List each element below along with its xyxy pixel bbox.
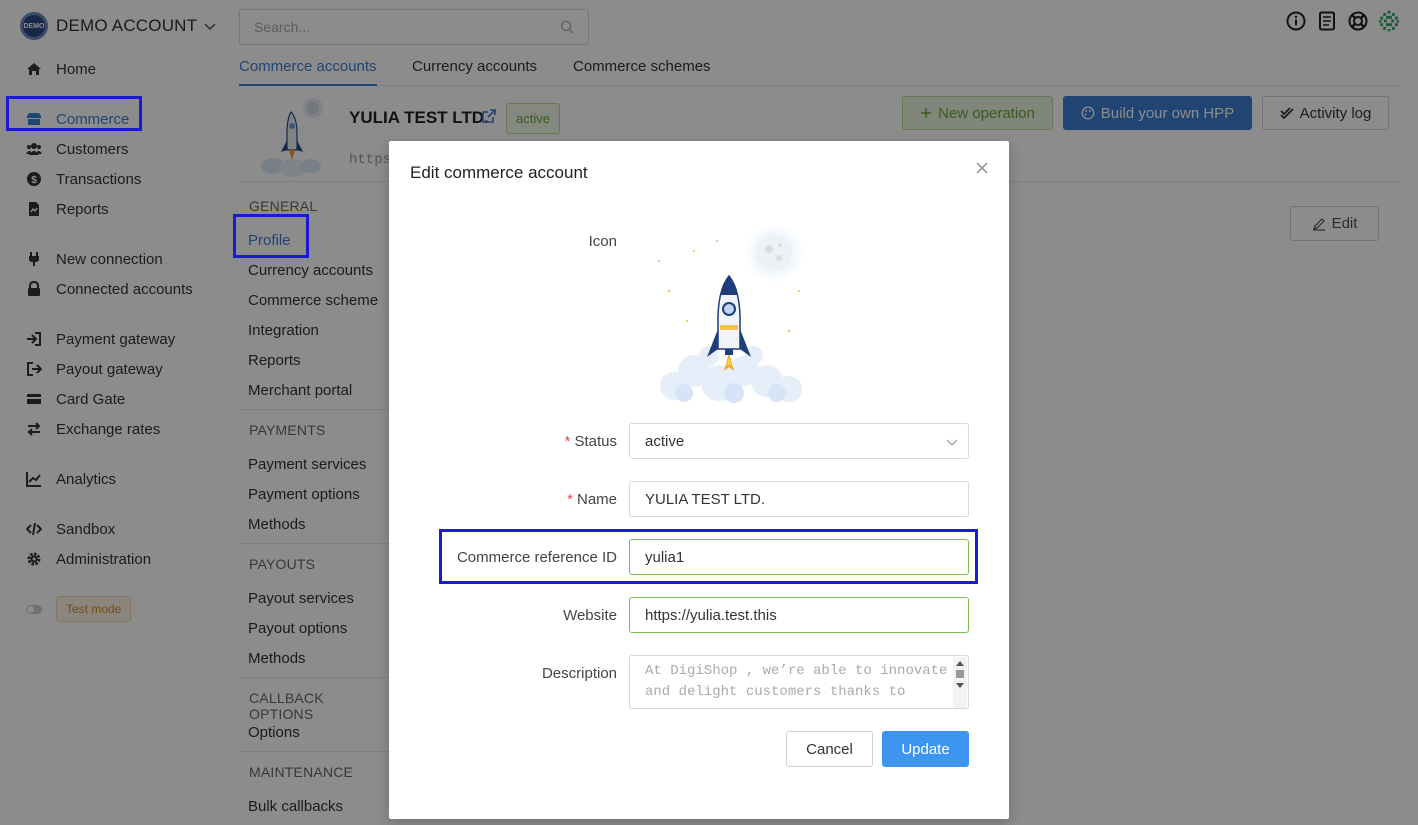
commerce-reference-id-label: Commerce reference ID bbox=[456, 549, 617, 566]
status-select-value: active bbox=[645, 432, 685, 450]
website-field[interactable] bbox=[645, 606, 953, 624]
scroll-up-icon[interactable] bbox=[956, 661, 964, 666]
update-button[interactable]: Update bbox=[882, 731, 969, 767]
cancel-button[interactable]: Cancel bbox=[786, 731, 873, 767]
rocket-illustration[interactable] bbox=[639, 221, 819, 406]
close-icon[interactable] bbox=[975, 161, 989, 175]
icon-label: Icon bbox=[588, 233, 617, 250]
description-wrap: At DigiShop , we’re able to innovate and… bbox=[629, 655, 969, 709]
status-label: * Status bbox=[564, 433, 617, 450]
status-select[interactable]: active bbox=[629, 423, 969, 459]
description-label: Description bbox=[541, 665, 617, 682]
description-field[interactable]: At DigiShop , we’re able to innovate and… bbox=[630, 656, 952, 708]
cancel-label: Cancel bbox=[806, 740, 853, 758]
name-field[interactable] bbox=[645, 490, 953, 508]
chevron-down-icon bbox=[946, 439, 958, 446]
description-scrollbar[interactable] bbox=[953, 657, 967, 708]
commerce-reference-id-field[interactable] bbox=[645, 548, 953, 566]
edit-commerce-account-dialog: Edit commerce account Icon * Status acti… bbox=[389, 141, 1009, 819]
website-label: Website bbox=[563, 607, 617, 624]
name-field-wrap bbox=[629, 481, 969, 517]
dialog-title: Edit commerce account bbox=[410, 163, 588, 182]
scroll-thumb[interactable] bbox=[956, 670, 964, 678]
commerce-reference-id-wrap bbox=[629, 539, 969, 575]
update-label: Update bbox=[901, 740, 950, 758]
website-field-wrap bbox=[629, 597, 969, 633]
name-label: * Name bbox=[567, 491, 617, 508]
scroll-down-icon[interactable] bbox=[956, 683, 964, 688]
